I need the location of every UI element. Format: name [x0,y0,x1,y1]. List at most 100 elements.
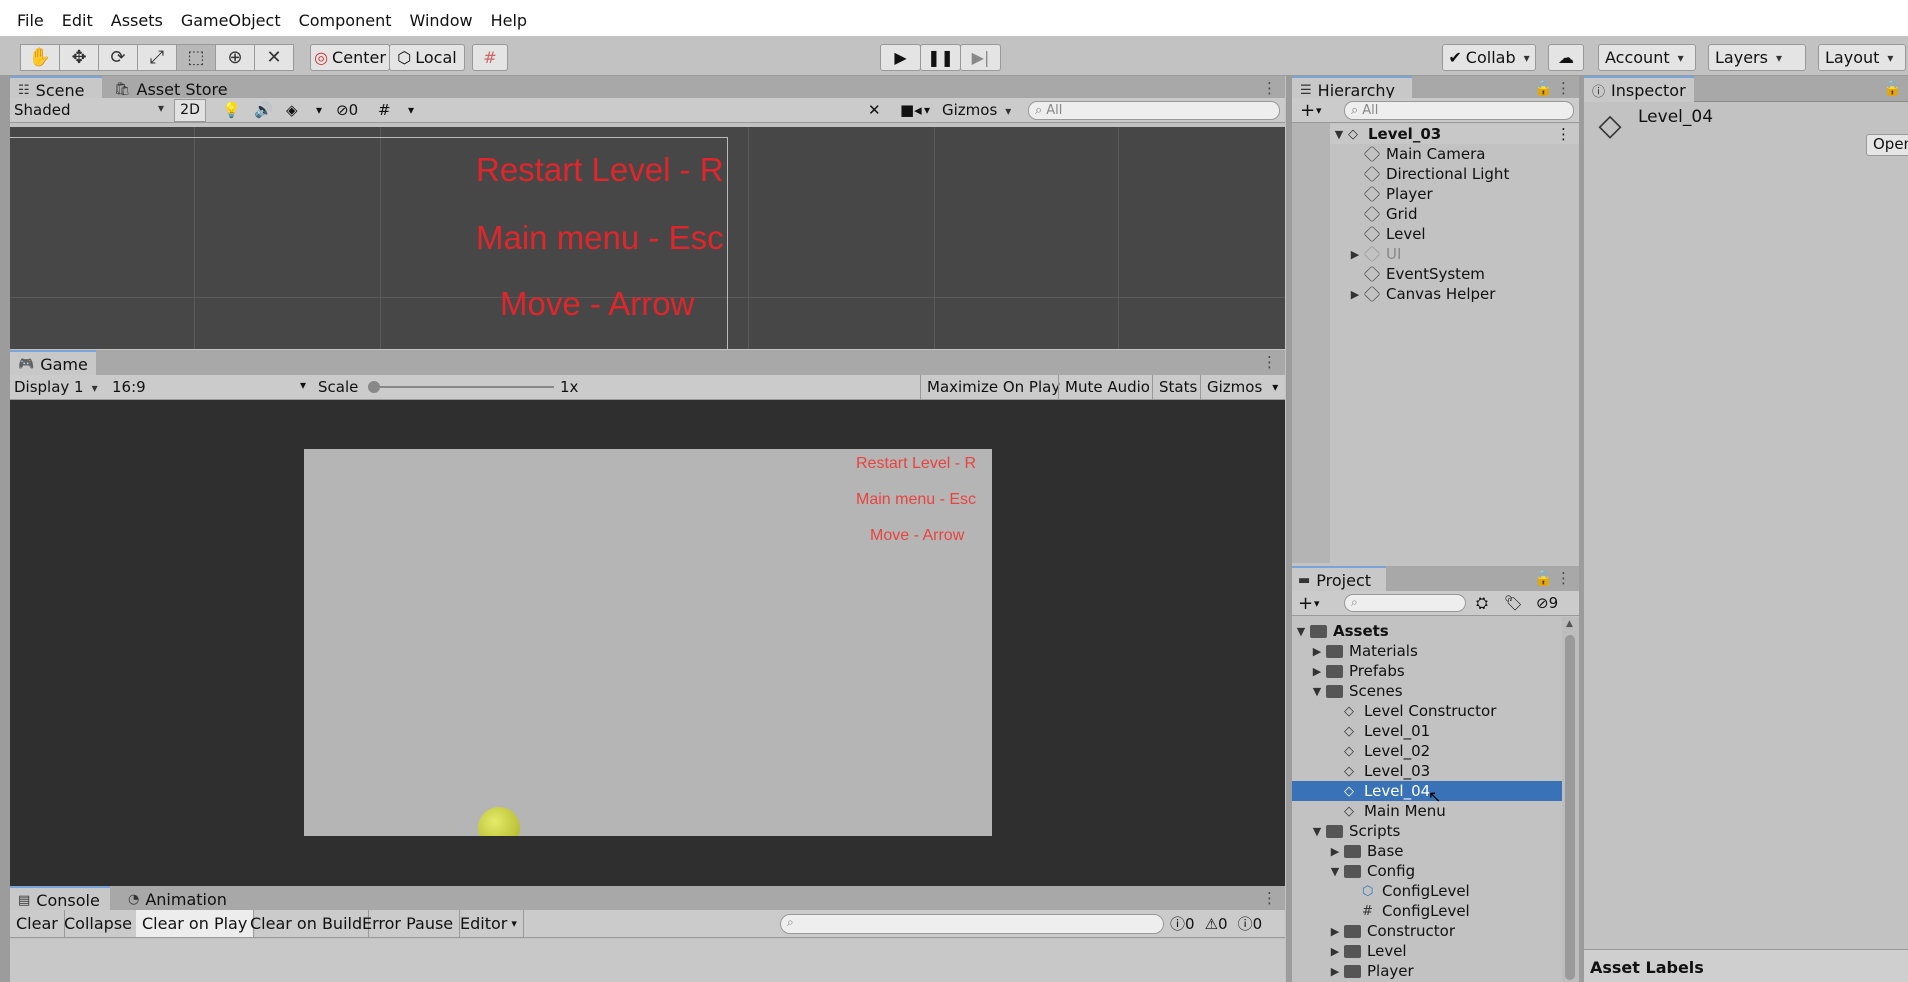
console-log-area[interactable] [10,939,1285,982]
tab-animation[interactable]: ◔ Animation [120,886,235,912]
layers-dropdown[interactable]: Layers [1708,44,1806,71]
tab-game[interactable]: 🎮 Game [10,350,96,376]
project-asset[interactable]: ⬡ ConfigLevel [1360,881,1470,901]
project-folder[interactable]: ▼ Scenes [1310,681,1403,701]
step-button[interactable]: ▶| [960,44,1001,71]
project-folder[interactable]: ▼ Scripts [1310,821,1401,841]
scene-menu-icon[interactable]: ⋮ [1262,79,1277,97]
project-scene[interactable]: ◇ Level Constructor [1342,701,1496,721]
collab-dropdown[interactable]: ✔ Collab [1442,44,1536,71]
audio-icon[interactable]: 🔊 [254,101,273,119]
snap-grid-button[interactable]: # [472,44,508,71]
scale-slider-handle[interactable] [368,381,380,393]
gizmos-dropdown[interactable]: Gizmos [934,101,1024,119]
custom-tool-icon[interactable]: ✕ [254,44,294,71]
asset-labels-header[interactable]: Asset Labels [1584,949,1908,982]
maximize-on-play-toggle[interactable]: Maximize On Play [920,374,1066,400]
project-scene[interactable]: ◇ Level_02 [1342,741,1430,761]
project-folder[interactable]: ▶ Base [1328,841,1404,861]
game-menu-icon[interactable]: ⋮ [1262,353,1277,371]
add-dropdown-icon[interactable]: ▾ [1316,104,1322,117]
add-icon[interactable]: + [1298,593,1313,614]
project-folder[interactable]: ▶ Constructor [1328,921,1455,941]
shading-dropdown[interactable]: Shaded [14,101,164,119]
lock-icon[interactable]: 🔒 [1534,79,1553,97]
error-count-toggle[interactable]: ⓘ0 [1238,913,1263,934]
console-collapse-button[interactable]: Collapse [58,910,139,937]
hidden-packages-toggle[interactable]: ⊘9 [1536,594,1558,612]
pivot-local-button[interactable]: ⬡ Local [389,44,465,71]
warning-count-toggle[interactable]: ⚠0 [1205,915,1228,933]
hierarchy-item[interactable]: Level [1362,224,1426,244]
tab-project[interactable]: ▬ Project [1290,566,1386,592]
effects-dropdown-icon[interactable]: ▾ [316,103,322,117]
hierarchy-menu-icon[interactable]: ⋮ [1556,79,1571,97]
pivot-center-button[interactable]: ◎ Center [310,44,390,71]
menu-component[interactable]: Component [290,11,401,30]
console-clear-on-build-button[interactable]: Clear on Build [244,910,370,937]
console-editor-dropdown[interactable]: Editor ▾ [454,910,524,937]
account-dropdown[interactable]: Account [1598,44,1696,71]
play-button[interactable]: ▶ [880,44,921,71]
hierarchy-scene-row[interactable]: ▼ ◇ Level_03 ⋮ [1330,124,1579,144]
hierarchy-item[interactable]: Directional Light [1362,164,1509,184]
console-clear-button[interactable]: Clear [10,910,65,937]
scene-viewport[interactable]: Restart Level - R Main menu - Esc Move -… [10,127,1285,349]
camera-icon[interactable]: ■◂ [900,101,922,119]
project-folder[interactable]: ▶ Player [1328,961,1414,981]
scale-tool-icon[interactable]: ⤢ [137,44,177,71]
project-folder[interactable]: ▶ Level [1328,941,1407,961]
stats-toggle[interactable]: Stats [1152,374,1203,400]
project-asset[interactable]: # ConfigLevel [1360,901,1470,921]
tab-console[interactable]: ▤ Console [10,886,110,912]
project-scrollbar[interactable]: ▲ [1562,617,1579,982]
rotate-tool-icon[interactable]: ⟳ [98,44,138,71]
display-dropdown[interactable]: Display 1 [14,378,110,396]
lock-icon[interactable]: 🔒 [1883,79,1902,97]
project-folder[interactable]: ▶ Prefabs [1310,661,1405,681]
hierarchy-item[interactable]: ▶ Canvas Helper [1348,284,1496,304]
menu-edit[interactable]: Edit [53,11,102,30]
project-scene[interactable]: ◇ Level_03 [1342,761,1430,781]
rect-tool-icon[interactable]: ⬚ [176,44,216,71]
project-menu-icon[interactable]: ⋮ [1556,569,1571,587]
hierarchy-item[interactable]: ▶ UI [1348,244,1402,264]
project-folder[interactable]: ▼ Config [1328,861,1415,881]
project-folder-assets[interactable]: ▼ Assets [1294,621,1389,641]
project-search-input[interactable]: ⌕ [1344,594,1466,612]
filter-type-icon[interactable]: ⛭ [1476,594,1488,612]
lighting-icon[interactable]: 💡 [222,101,241,119]
grid-dropdown-icon[interactable]: ▾ [408,103,414,117]
console-error-pause-button[interactable]: Error Pause [356,910,461,937]
panel-splitter[interactable] [1579,76,1584,982]
layout-dropdown[interactable]: Layout [1818,44,1906,71]
project-scene-selected[interactable]: ◇ Level_04 [1290,781,1562,801]
add-icon[interactable]: + [1300,100,1315,121]
cloud-button[interactable]: ☁ [1548,44,1584,71]
game-gizmos-toggle[interactable]: Gizmos ▾ [1200,374,1284,400]
scene-menu-icon[interactable]: ⋮ [1556,125,1571,143]
project-folder[interactable]: ▶ Materials [1310,641,1418,661]
tools-icon[interactable]: ✕ [868,101,881,119]
open-button[interactable]: Open [1866,134,1908,156]
lock-icon[interactable]: 🔒 [1534,569,1553,587]
scale-slider-track[interactable] [368,386,554,388]
menu-gameobject[interactable]: GameObject [172,11,290,30]
2d-toggle[interactable]: 2D [174,98,206,122]
hierarchy-item[interactable]: Main Camera [1362,144,1485,164]
filter-label-icon[interactable]: 🏷 [1504,594,1523,612]
mute-audio-toggle[interactable]: Mute Audio [1058,374,1156,400]
effects-icon[interactable]: ◈ [286,101,298,119]
move-tool-icon[interactable]: ✥ [59,44,99,71]
hand-tool-icon[interactable]: ✋ [20,44,60,71]
tab-inspector[interactable]: ⓘ Inspector [1584,76,1694,102]
hidden-objects-toggle[interactable]: ⊘0 [336,101,358,119]
camera-dropdown-icon[interactable]: ▾ [924,103,930,117]
transform-tool-icon[interactable]: ⊕ [215,44,255,71]
scroll-up-icon[interactable]: ▲ [1566,619,1573,629]
pause-button[interactable]: ❚❚ [920,44,961,71]
add-dropdown-icon[interactable]: ▾ [1314,597,1320,610]
panel-splitter[interactable] [1286,76,1292,982]
hierarchy-item[interactable]: Grid [1362,204,1417,224]
aspect-dropdown[interactable]: 16:9 ▾ [112,378,312,396]
